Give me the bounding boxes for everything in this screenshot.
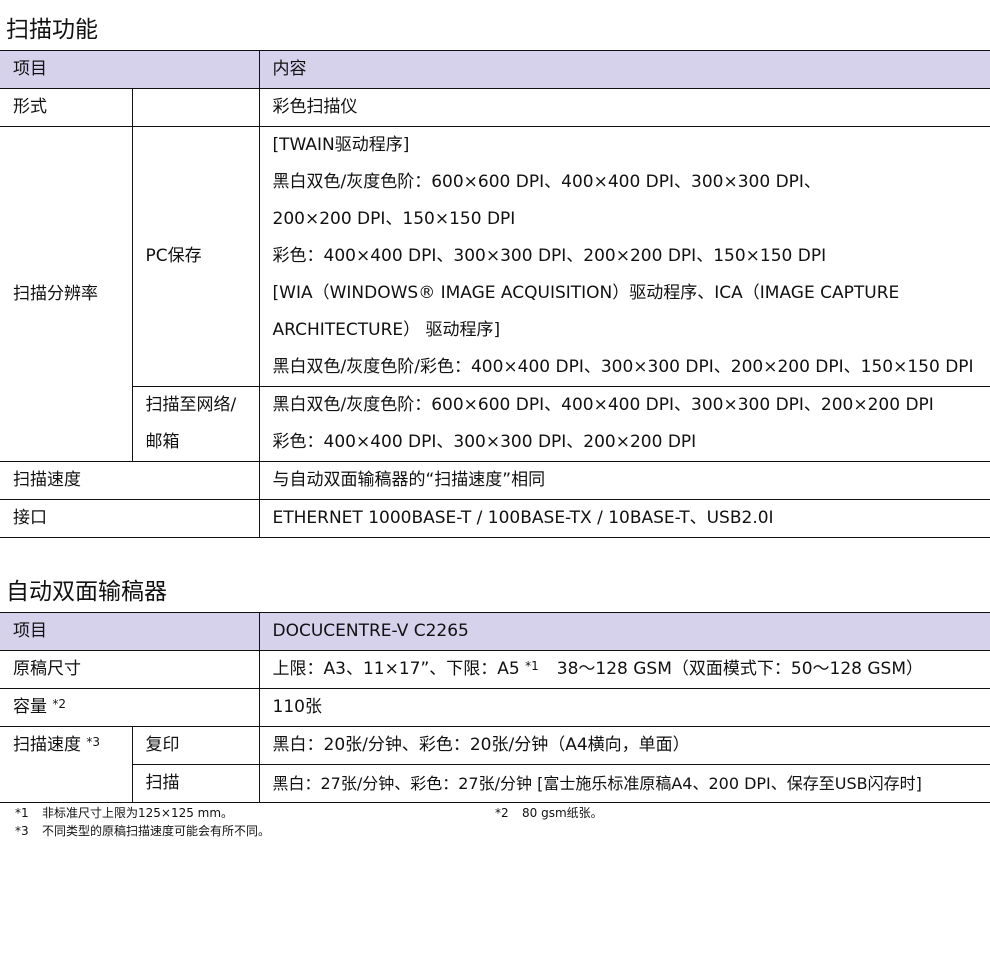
form-empty-cell bbox=[132, 88, 260, 127]
doc-size-value: 上限：A3、11×17”、下限：A5 *1 38～128 GSM（双面模式下：50… bbox=[259, 650, 990, 689]
interface-label: 接口 bbox=[0, 499, 260, 538]
header-item-cell: 项目 bbox=[0, 50, 260, 89]
table-row: 扫描分辨率 PC保存 [TWAIN驱动程序] 黑白双色/灰度色阶：600×600… bbox=[0, 126, 990, 462]
footnote-2: *2 80 gsm纸张。 bbox=[495, 806, 603, 820]
adf-header-row: 项目 DOCUCENTRE-V C2265 bbox=[0, 612, 990, 651]
scan-spec-table: 项目 内容 形式 彩色扫描仪 扫描分辨率 PC保存 [TWAIN驱动程序] 黑白… bbox=[0, 50, 990, 538]
form-value: 彩色扫描仪 bbox=[259, 88, 990, 127]
resolution-label: 扫描分辨率 bbox=[0, 126, 133, 462]
scan-speed-label: 扫描速度 bbox=[0, 461, 260, 500]
footnote-1: *1 非标准尺寸上限为125×125 mm。 bbox=[15, 806, 234, 820]
table-row: 扫描速度 与自动双面输稿器的“扫描速度”相同 bbox=[0, 461, 990, 500]
copy-value: 黑白：20张/分钟、彩色：20张/分钟（A4横向，单面） bbox=[259, 726, 990, 765]
footnote-3: *3 不同类型的原稿扫描速度可能会有所不同。 bbox=[15, 824, 271, 838]
copy-label: 复印 bbox=[132, 726, 260, 765]
scan-speed-value: 与自动双面输稿器的“扫描速度”相同 bbox=[259, 461, 990, 500]
adf-spec-table: 项目 DOCUCENTRE-V C2265 原稿尺寸 上限：A3、11×17”、… bbox=[0, 612, 990, 803]
table-row: 扫描 黑白：27张/分钟、彩色：27张/分钟 [富士施乐标准原稿A4、200 D… bbox=[0, 764, 990, 803]
footnote-ref-3: *3 bbox=[86, 735, 101, 749]
table-row: 容量 *2 110张 bbox=[0, 688, 990, 727]
footnote-ref-2: *2 bbox=[52, 697, 67, 711]
table-row: 原稿尺寸 上限：A3、11×17”、下限：A5 *1 38～128 GSM（双面模… bbox=[0, 650, 990, 689]
adf-header-item-cell: 项目 bbox=[0, 612, 260, 651]
table-row: 扫描至网络/ 邮箱 黑白双色/灰度色阶：600×600 DPI、400×400 … bbox=[0, 386, 990, 462]
capacity-label: 容量 *2 bbox=[0, 688, 260, 727]
interface-value: ETHERNET 1000BASE-T / 100BASE-TX / 10BAS… bbox=[259, 499, 990, 538]
header-content-cell: 内容 bbox=[259, 50, 990, 89]
scan-header-row: 项目 内容 bbox=[0, 50, 990, 89]
adf-header-model-cell: DOCUCENTRE-V C2265 bbox=[259, 612, 990, 651]
table-row: 扫描速度 *3 复印 黑白：20张/分钟、彩色：20张/分钟（A4横向，单面） bbox=[0, 726, 990, 803]
table-row: 形式 彩色扫描仪 bbox=[0, 88, 990, 127]
scan-label: 扫描 bbox=[132, 764, 260, 803]
table-row: 接口 ETHERNET 1000BASE-T / 100BASE-TX / 10… bbox=[0, 499, 990, 538]
form-label: 形式 bbox=[0, 88, 133, 127]
pc-save-value: [TWAIN驱动程序] 黑白双色/灰度色阶：600×600 DPI、400×40… bbox=[259, 126, 990, 387]
network-save-value: 黑白双色/灰度色阶：600×600 DPI、400×400 DPI、300×30… bbox=[259, 386, 990, 462]
network-save-label: 扫描至网络/ 邮箱 bbox=[132, 386, 260, 462]
scan-value: 黑白：27张/分钟、彩色：27张/分钟 [富士施乐标准原稿A4、200 DPI、… bbox=[259, 764, 990, 803]
pc-save-label: PC保存 bbox=[132, 126, 260, 387]
doc-size-label: 原稿尺寸 bbox=[0, 650, 260, 689]
scan-section-title: 扫描功能 bbox=[6, 17, 98, 43]
adf-section-title: 自动双面输稿器 bbox=[6, 579, 167, 605]
capacity-value: 110张 bbox=[259, 688, 990, 727]
footnote-ref-1: *1 bbox=[525, 659, 539, 673]
adf-scan-speed-label: 扫描速度 *3 bbox=[0, 726, 133, 803]
